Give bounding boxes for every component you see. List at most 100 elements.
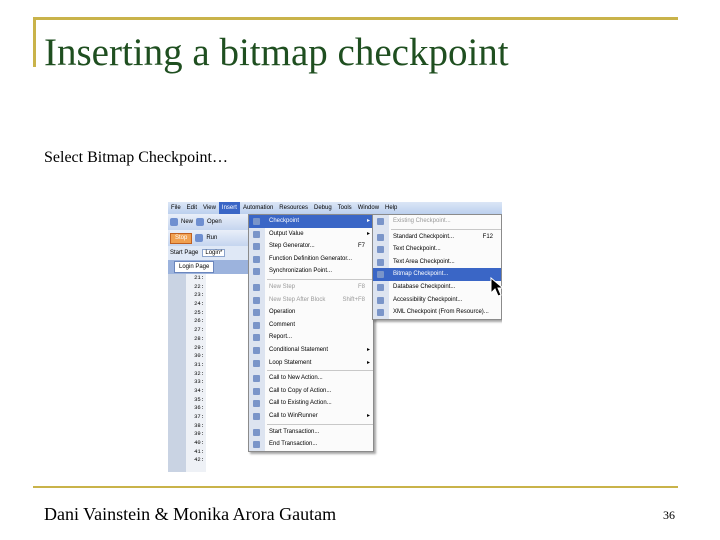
menu-item-checkpoint[interactable]: Checkpoint ▸ <box>249 215 373 228</box>
menu-item-label: Call to Existing Action... <box>269 400 332 407</box>
menu-item-output-value[interactable]: Output Value ▸ <box>249 228 373 241</box>
menu-item-existing-checkpoint[interactable]: Existing Checkpoint... <box>373 215 501 228</box>
menu-view[interactable]: View <box>200 202 219 214</box>
menu-item-function-definition-generator[interactable]: Function Definition Generator... <box>249 253 373 266</box>
line-number: 40: <box>194 439 204 447</box>
new-icon[interactable] <box>170 218 178 226</box>
step-generator-icon <box>253 243 260 251</box>
conditional-statement-icon <box>253 346 260 354</box>
menu-item-start-transaction[interactable]: Start Transaction... <box>249 426 373 439</box>
menu-tools[interactable]: Tools <box>335 202 355 214</box>
action-tabstrip: Login Page <box>168 260 248 274</box>
menu-resources[interactable]: Resources <box>276 202 311 214</box>
menu-item-bitmap-checkpoint[interactable]: Bitmap Checkpoint... <box>373 268 501 281</box>
line-number: 39: <box>194 430 204 438</box>
menu-item-call-to-new-action[interactable]: Call to New Action... <box>249 372 373 385</box>
menu-item-xml-checkpoint-from-resource[interactable]: XML Checkpoint (From Resource)... <box>373 306 501 319</box>
line-numbers: 21: 22: 23: 24: 25: 26: 27: 28: 29: 30: 31: 32: 33: 3… <box>186 274 206 472</box>
report-icon <box>253 334 260 342</box>
menu-item-call-to-winrunner[interactable]: Call to WinRunner ▸ <box>249 410 373 423</box>
menu-item-comment[interactable]: Comment <box>249 319 373 332</box>
bitmap-checkpoint-icon <box>377 271 384 279</box>
line-number: 30: <box>194 352 204 360</box>
menu-automation[interactable]: Automation <box>240 202 276 214</box>
menu-item-label: XML Checkpoint (From Resource)... <box>393 309 489 316</box>
frame-left-border <box>33 17 36 67</box>
menu-item-shortcut: Shift+F8 <box>342 296 365 303</box>
menu-bar: File Edit View Insert Automation Resources Deb… <box>168 202 502 214</box>
line-number: 29: <box>194 343 204 351</box>
menu-item-text-checkpoint[interactable]: Text Checkpoint... <box>373 243 501 256</box>
menu-item-conditional-statement[interactable]: Conditional Statement ▸ <box>249 344 373 357</box>
menu-file[interactable]: File <box>168 202 184 214</box>
open-button[interactable]: Open <box>207 219 222 225</box>
start-transaction-icon <box>253 428 260 436</box>
menu-item-label: End Transaction... <box>269 441 318 448</box>
menu-item-database-checkpoint[interactable]: Database Checkpoint... <box>373 281 501 294</box>
menu-item-accessibility-checkpoint[interactable]: Accessibility Checkpoint... <box>373 294 501 307</box>
menu-item-shortcut: F7 <box>357 243 365 250</box>
menu-edit[interactable]: Edit <box>184 202 200 214</box>
new-button[interactable]: New <box>181 219 193 225</box>
line-number: 25: <box>194 308 204 316</box>
menu-separator <box>267 370 373 372</box>
menu-item-loop-statement[interactable]: Loop Statement ▸ <box>249 357 373 370</box>
menu-item-call-to-copy-of-action[interactable]: Call to Copy of Action... <box>249 385 373 398</box>
script-editor[interactable] <box>206 274 250 472</box>
tab-start-page[interactable]: Start Page <box>170 250 198 256</box>
menu-separator <box>267 278 373 280</box>
accessibility-checkpoint-icon <box>377 296 384 304</box>
menu-item-label: Bitmap Checkpoint... <box>393 271 449 278</box>
line-number: 26: <box>194 317 204 325</box>
menu-item-synchronization-point[interactable]: Synchronization Point... <box>249 265 373 278</box>
menu-item-label: Function Definition Generator... <box>269 255 353 262</box>
menu-debug[interactable]: Debug <box>311 202 335 214</box>
menu-item-new-step-after-block[interactable]: New Step After Block Shift+F8 <box>249 294 373 307</box>
open-icon[interactable] <box>196 218 205 226</box>
menu-item-label: Checkpoint <box>269 218 300 224</box>
tab-login[interactable]: Login* <box>202 249 226 257</box>
submenu-arrow-icon: ▸ <box>366 412 370 419</box>
frame-bottom-border <box>33 486 678 488</box>
menu-item-operation[interactable]: Operation <box>249 306 373 319</box>
menu-item-end-transaction[interactable]: End Transaction... <box>249 438 373 451</box>
menu-item-call-to-existing-action[interactable]: Call to Existing Action... <box>249 397 373 410</box>
stop-button[interactable]: Stop <box>170 232 193 244</box>
menu-item-new-step[interactable]: New Step F8 <box>249 281 373 294</box>
menu-window[interactable]: Window <box>355 202 382 214</box>
menu-item-standard-checkpoint[interactable]: Standard Checkpoint... F12 <box>373 231 501 244</box>
action-tab-login-page[interactable]: Login Page <box>174 261 215 273</box>
call-to-new-action-icon <box>253 375 260 383</box>
menu-item-label: Step Generator... <box>269 243 315 250</box>
new-step-icon <box>253 283 260 291</box>
line-number: 37: <box>194 413 204 420</box>
run-button[interactable]: Run <box>206 235 217 241</box>
menu-item-step-generator[interactable]: Step Generator... F7 <box>249 240 373 253</box>
qtp-screenshot: File Edit View Insert Automation Resources Deb… <box>168 202 502 472</box>
menu-item-label: Output Value <box>269 230 304 237</box>
line-number: 38: <box>194 421 204 429</box>
slide-page-number: 36 <box>663 508 675 522</box>
text-area-checkpoint-icon <box>377 258 384 266</box>
menu-item-text-area-checkpoint[interactable]: Text Area Checkpoint... <box>373 256 501 269</box>
menu-item-report[interactable]: Report... <box>249 331 373 344</box>
slide-title: Inserting a bitmap checkpoint <box>44 31 509 74</box>
menu-item-label: Operation <box>269 309 296 316</box>
mouse-pointer-icon <box>490 277 502 297</box>
menu-separator <box>267 423 373 425</box>
menu-item-label: New Step <box>269 283 296 290</box>
menu-insert[interactable]: Insert <box>218 202 240 214</box>
menu-item-label: Report... <box>269 334 293 341</box>
database-checkpoint-icon <box>377 283 384 291</box>
menu-item-label: New Step After Block <box>269 296 326 303</box>
menu-item-label: Call to Copy of Action... <box>269 387 332 394</box>
slide-author: Dani Vainstein & Monika Arora Gautam <box>44 504 337 524</box>
slide-subtitle: Select Bitmap Checkpoint… <box>44 149 228 166</box>
line-number: 33: <box>194 378 204 386</box>
toolbar-standard: New Open <box>168 214 250 230</box>
run-icon[interactable] <box>195 234 204 242</box>
submenu-arrow-icon: ▸ <box>366 359 370 366</box>
line-number: 24: <box>194 300 204 308</box>
line-number: 31: <box>194 360 204 368</box>
menu-help[interactable]: Help <box>382 202 400 214</box>
